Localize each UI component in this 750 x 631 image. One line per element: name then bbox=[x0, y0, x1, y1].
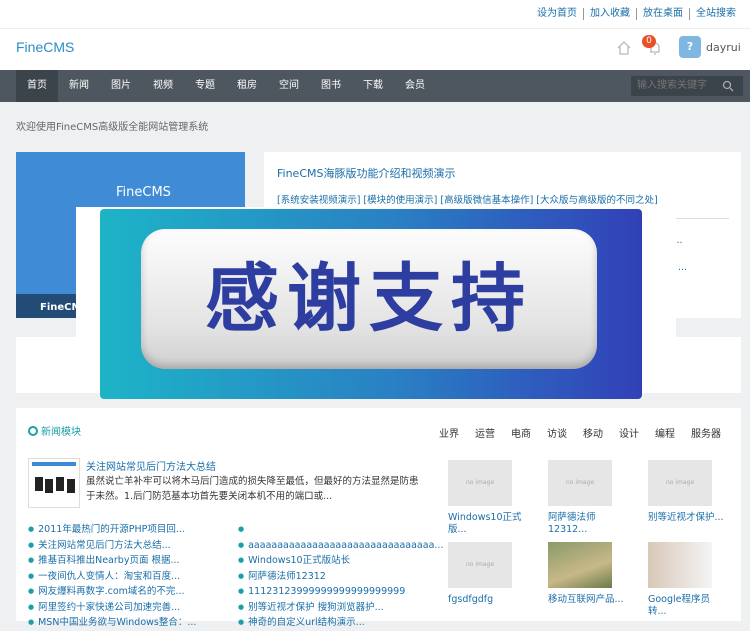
thanks-banner: 感谢支持 bbox=[100, 209, 642, 399]
nav-item-download[interactable]: 下载 bbox=[352, 70, 394, 102]
tab-ecommerce[interactable]: 电商 bbox=[511, 425, 531, 440]
module-icon bbox=[28, 426, 38, 436]
thanks-text: 感谢支持 bbox=[205, 256, 533, 342]
nav-item-topics[interactable]: 专题 bbox=[184, 70, 226, 102]
tab-industry[interactable]: 业界 bbox=[439, 425, 459, 440]
top-bar: 设为首页 加入收藏 放在桌面 全站搜索 bbox=[0, 0, 750, 28]
add-favorite-link[interactable]: 加入收藏 bbox=[583, 8, 636, 20]
main-nav: 首页 新闻 图片 视频 专题 租房 空间 图书 下载 会员 bbox=[0, 70, 750, 102]
thumb-image[interactable]: no image bbox=[548, 460, 612, 506]
nav-item-rent[interactable]: 租房 bbox=[226, 70, 268, 102]
list-item[interactable]: Windows10正式版站长 bbox=[238, 553, 443, 569]
tab-interview[interactable]: 访谈 bbox=[547, 425, 567, 440]
thumb-image[interactable]: no image bbox=[448, 460, 512, 506]
list-item[interactable]: 关注网站常见后门方法大总结... bbox=[28, 538, 196, 554]
tab-server[interactable]: 服务器 bbox=[691, 425, 721, 440]
news-module: 新闻模块 业界 运营 电商 访谈 移动 设计 编程 服务器 关注网站常见后门方法… bbox=[16, 408, 741, 628]
slide-title: FineCMS bbox=[116, 185, 171, 200]
featured-links[interactable]: [系统安装视频演示] [模块的使用演示] [高级版微信基本操作] [大众版与高级… bbox=[277, 192, 658, 206]
thumb-caption[interactable]: Windows10正式版... bbox=[448, 512, 528, 536]
nav-item-news[interactable]: 新闻 bbox=[58, 70, 100, 102]
thumb-image[interactable] bbox=[548, 542, 612, 588]
avatar[interactable]: ? bbox=[679, 36, 701, 58]
thumb-caption[interactable]: 阿萨德法师12312... bbox=[548, 512, 628, 536]
featured-title[interactable]: FineCMS海豚版功能介绍和视频演示 bbox=[277, 165, 455, 181]
list-item[interactable] bbox=[238, 522, 443, 538]
list-item[interactable]: 一夜间仇人变情人：淘宝和百度... bbox=[28, 569, 196, 585]
list-item[interactable]: 11123123999999999999999999 bbox=[238, 584, 443, 600]
list-item[interactable]: 别等近视才保护 搜狗浏览器护... bbox=[238, 600, 443, 616]
nav-item-images[interactable]: 图片 bbox=[100, 70, 142, 102]
list-item[interactable]: 2011年最热门的开源PHP项目回... bbox=[28, 522, 196, 538]
nav-item-member[interactable]: 会员 bbox=[394, 70, 436, 102]
news-module-title: 新闻模块 bbox=[28, 423, 81, 438]
thanks-button: 感谢支持 bbox=[141, 229, 597, 369]
home-icon[interactable] bbox=[616, 40, 632, 56]
thumb-image[interactable] bbox=[648, 542, 712, 588]
set-homepage-link[interactable]: 设为首页 bbox=[531, 8, 583, 20]
username[interactable]: dayrui bbox=[706, 41, 741, 54]
tab-design[interactable]: 设计 bbox=[619, 425, 639, 440]
top-links: 设为首页 加入收藏 放在桌面 全站搜索 bbox=[531, 8, 742, 20]
news-list-left: 2011年最热门的开源PHP项目回... 关注网站常见后门方法大总结... 推基… bbox=[28, 522, 196, 631]
headline-title[interactable]: 关注网站常见后门方法大总结 bbox=[86, 458, 216, 473]
desktop-link[interactable]: 放在桌面 bbox=[636, 8, 689, 20]
site-header: FineCMS 0 ? dayrui bbox=[0, 28, 750, 70]
welcome-text: 欢迎使用FineCMS高级版全能网站管理系统 bbox=[16, 122, 209, 133]
list-item[interactable]: 网友爆料再数字.com域名的不完... bbox=[28, 584, 196, 600]
thumb-image[interactable]: no image bbox=[648, 460, 712, 506]
tab-operations[interactable]: 运营 bbox=[475, 425, 495, 440]
headline-desc: 虽然说亡羊补牢可以将木马后门造成的损失降至最低，但最好的方法显然是防患于未然。1… bbox=[86, 476, 419, 502]
nav-item-space[interactable]: 空间 bbox=[268, 70, 310, 102]
list-item[interactable]: 阿萨德法师12312 bbox=[238, 569, 443, 585]
nav-item-books[interactable]: 图书 bbox=[310, 70, 352, 102]
list-item[interactable]: MSN中国业务欲与Windows整合：... bbox=[28, 615, 196, 631]
tab-mobile[interactable]: 移动 bbox=[583, 425, 603, 440]
nav-item-video[interactable]: 视频 bbox=[142, 70, 184, 102]
thumb-caption[interactable]: Google程序员转... bbox=[648, 594, 728, 618]
list-item[interactable]: 神奇的自定义url结构演示... bbox=[238, 615, 443, 631]
featured-item[interactable]: ... bbox=[678, 262, 687, 273]
headline-image[interactable] bbox=[28, 458, 80, 508]
list-item[interactable]: aaaaaaaaaaaaaaaaaaaaaaaaaaaaaaaa... bbox=[238, 538, 443, 554]
thumb-caption[interactable]: fgsdfgdfg bbox=[448, 594, 528, 606]
thumb-caption[interactable]: 移动互联网产品... bbox=[548, 594, 628, 606]
nav-item-home[interactable]: 首页 bbox=[16, 70, 58, 102]
thumb-caption[interactable]: 别等近视才保护... bbox=[648, 512, 728, 524]
notification-bell[interactable]: 0 bbox=[642, 35, 665, 58]
site-logo[interactable]: FineCMS bbox=[16, 39, 74, 55]
news-tabs: 业界 运营 电商 访谈 移动 设计 编程 服务器 bbox=[423, 425, 721, 440]
thumb-image[interactable]: no image bbox=[448, 542, 512, 588]
tab-programming[interactable]: 编程 bbox=[655, 425, 675, 440]
notification-badge: 0 bbox=[642, 35, 656, 48]
news-list-right: aaaaaaaaaaaaaaaaaaaaaaaaaaaaaaaa... Wind… bbox=[238, 522, 443, 631]
search-icon[interactable] bbox=[722, 80, 734, 92]
list-item[interactable]: 推基百科推出Nearby页面 根据... bbox=[28, 553, 196, 569]
list-item[interactable]: 阿里签约十家快递公司加速完善... bbox=[28, 600, 196, 616]
site-search-link[interactable]: 全站搜索 bbox=[689, 8, 742, 20]
